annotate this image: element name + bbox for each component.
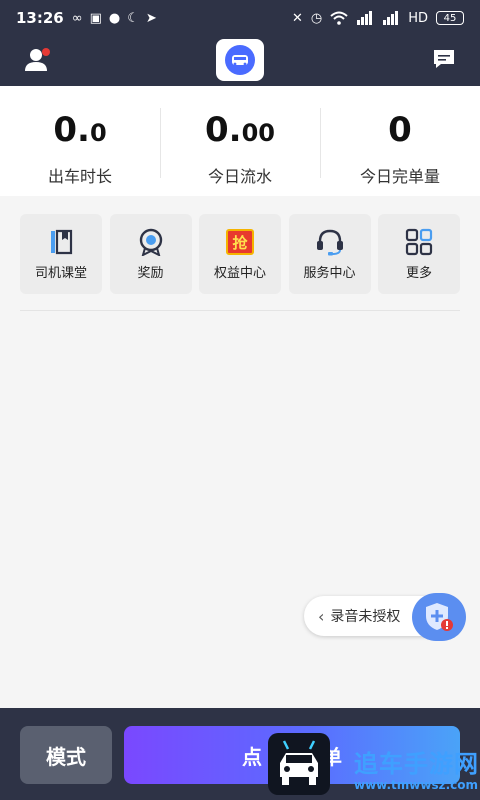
car-logo-icon [225,45,255,75]
nav-icon: ➤ [145,10,157,26]
status-left-icons: ∞ ▣ ● ☾ ➤ [72,11,157,26]
chevron-left-icon: ‹ [318,606,325,626]
wifi-icon [330,11,348,25]
grab-icon: 抢 [225,228,255,256]
moon-icon: ☾ [127,10,139,26]
menu-item-driver-class[interactable]: 司机课堂 [20,214,102,294]
security-shield-button[interactable] [412,593,466,641]
watermark-text: 追车手游网 [354,750,479,778]
menu-item-rewards[interactable]: 奖励 [109,214,192,294]
watermark-logo [268,733,330,795]
medal-icon [136,228,166,256]
stat-value: 0.0 [53,110,107,150]
stat-value: 0.00 [205,110,275,150]
car-icon [280,740,318,785]
status-right-icons: ✕ ◷ HD 45 [292,11,464,26]
menu-item-service-center[interactable]: 服务中心 [288,214,371,294]
hd-icon: HD [408,10,428,26]
shield-alert-icon [426,603,453,631]
quick-menu: 司机课堂 奖励 抢 权益中心 服务中心 更多 [20,214,460,294]
stat-label: 今日完单量 [359,167,440,186]
stat-drive-duration[interactable]: 0.0 出车时长 [0,86,160,196]
start-order-label: 点 [242,744,262,769]
menu-label: 权益中心 [213,266,266,281]
status-bar: 13:26 ∞ ▣ ● ☾ ➤ ✕ ◷ HD 45 [0,0,480,36]
record-permission-label: 录音未授权 [330,609,401,625]
status-time: 13:26 [16,9,64,27]
app-icon: ▣ [89,10,102,26]
message-icon[interactable] [432,48,456,70]
menu-label: 司机课堂 [34,266,87,281]
stat-value: 0 [388,110,412,150]
chat-bubble-icon: ● [108,10,121,26]
menu-item-benefits-center[interactable]: 抢 权益中心 [199,214,281,294]
mode-button[interactable]: 模式 [20,726,112,784]
menu-label: 奖励 [137,266,164,281]
mute-icon: ✕ [291,10,303,26]
menu-label: 更多 [405,266,432,281]
infinity-icon: ∞ [71,10,83,26]
divider [20,310,460,311]
battery-indicator: 45 [436,11,464,25]
signal-icon [357,11,373,25]
stat-daily-revenue[interactable]: 0.00 今日流水 [160,86,320,196]
book-icon [46,228,76,256]
stats-panel: 0.0 出车时长 0.00 今日流水 0 今日完单量 [0,86,480,196]
alarm-icon: ◷ [310,10,323,26]
user-profile-icon[interactable] [24,46,52,74]
signal-icon [383,11,399,25]
grid-icon [404,228,434,256]
headset-icon [315,228,345,256]
stat-completed-orders[interactable]: 0 今日完单量 [320,86,480,196]
stat-label: 出车时长 [47,167,112,186]
app-logo [216,39,264,81]
top-bar [0,36,480,86]
menu-item-more[interactable]: 更多 [378,214,460,294]
watermark-url: www.tmwwsz.com [354,778,479,792]
stat-label: 今日流水 [207,167,272,186]
menu-label: 服务中心 [303,266,356,281]
